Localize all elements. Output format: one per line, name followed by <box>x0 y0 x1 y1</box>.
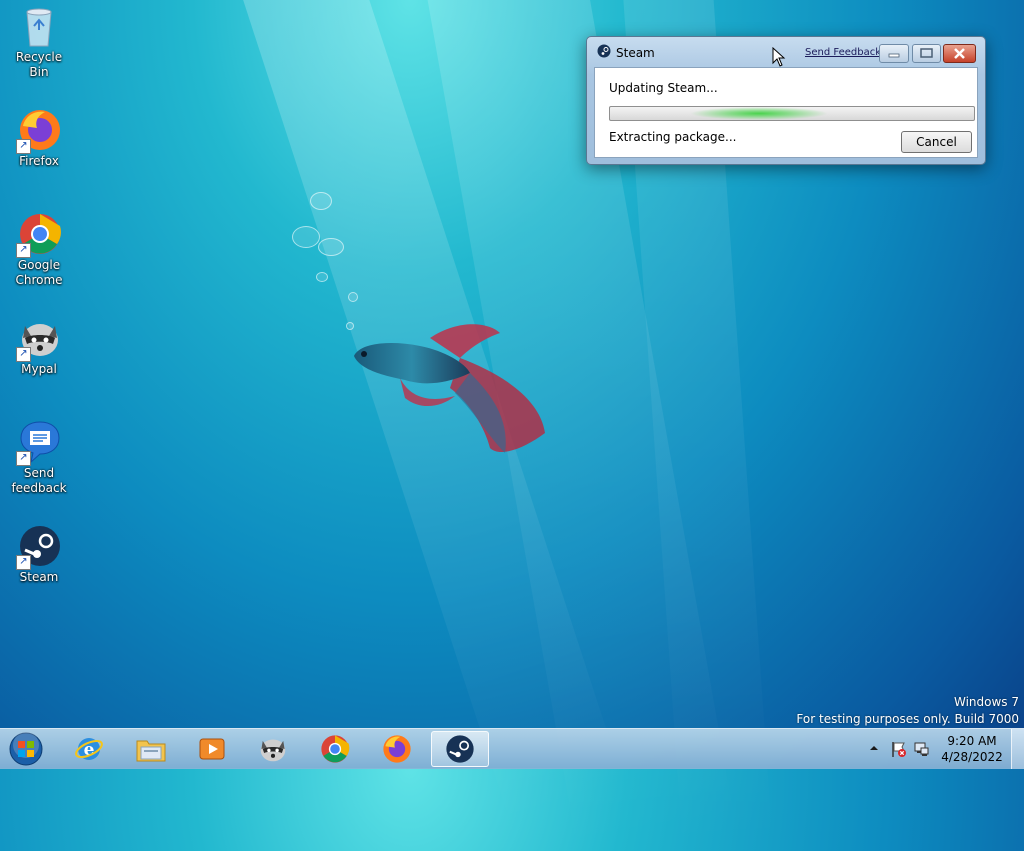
taskbar-internet-explorer[interactable]: e <box>60 731 118 767</box>
shortcut-arrow-icon: ↗ <box>16 555 31 570</box>
betta-fish-wallpaper <box>354 324 545 453</box>
start-button[interactable] <box>0 731 52 767</box>
mouse-cursor-icon <box>772 47 786 67</box>
window-title: Steam <box>616 45 655 60</box>
mypal-icon <box>260 739 286 762</box>
taskbar-firefox[interactable] <box>368 731 426 767</box>
desktop-icon-google-chrome[interactable]: ↗ Google Chrome <box>6 212 72 288</box>
desktop-icon-label: Firefox <box>19 154 59 168</box>
network-icon <box>914 742 929 756</box>
clock-date: 4/28/2022 <box>941 750 1003 764</box>
taskbar: e 9:20 AM 4/28/2022 <box>0 728 1024 769</box>
taskbar-steam[interactable] <box>431 731 489 767</box>
shortcut-arrow-icon: ↗ <box>16 243 31 258</box>
bubble <box>348 292 358 302</box>
window-content: Updating Steam... Extracting package... … <box>594 67 978 158</box>
chrome-icon <box>321 735 350 763</box>
bubble <box>310 192 332 210</box>
taskbar-mypal[interactable] <box>244 731 302 767</box>
show-desktop-button[interactable] <box>1011 729 1024 769</box>
clock-time: 9:20 AM <box>947 734 997 748</box>
desktop-icon-firefox[interactable]: ↗ Firefox <box>6 108 72 169</box>
send-feedback-icon: ↗ <box>16 420 61 466</box>
firefox-icon <box>383 735 411 763</box>
chevron-up-icon <box>870 746 878 750</box>
close-button[interactable] <box>943 44 976 63</box>
window-title-bar[interactable]: Steam <box>597 44 655 61</box>
desktop-icon-label: Steam <box>19 570 59 584</box>
watermark-build-info: For testing purposes only. Build 7000 <box>796 712 1019 726</box>
taskbar-windows-explorer[interactable] <box>122 731 180 767</box>
update-progress-bar <box>609 106 975 121</box>
firefox-icon: ↗ <box>16 108 61 154</box>
send-feedback-link[interactable]: Send Feedback <box>805 47 881 58</box>
shortcut-arrow-icon: ↗ <box>16 451 31 466</box>
steam-logo-icon <box>597 44 611 61</box>
taskbar-clock[interactable]: 9:20 AM 4/28/2022 <box>936 733 1008 765</box>
recycle-bin-icon <box>17 4 61 48</box>
desktop-icon-steam[interactable]: ↗ Steam <box>6 524 72 585</box>
progress-marquee <box>690 107 829 120</box>
chrome-icon: ↗ <box>16 212 61 258</box>
update-status-text: Updating Steam... <box>609 81 718 95</box>
steam-update-window[interactable]: Steam Send Feedback Updating Steam... Ex… <box>586 36 986 165</box>
flag-alert-icon <box>892 742 906 757</box>
bubble <box>318 238 344 256</box>
desktop-icon-label: Google Chrome <box>15 258 63 287</box>
show-hidden-icons-button[interactable] <box>868 741 880 755</box>
desktop-icon-mypal[interactable]: ↗ Mypal <box>6 316 72 377</box>
taskbar-chrome[interactable] <box>306 731 364 767</box>
desktop-icon-label: Mypal <box>21 362 57 376</box>
action-center-tray-icon[interactable] <box>890 740 908 758</box>
internet-explorer-icon: e <box>75 738 103 760</box>
mypal-icon: ↗ <box>16 316 61 362</box>
shortcut-arrow-icon: ↗ <box>16 139 31 154</box>
shortcut-arrow-icon: ↗ <box>16 347 31 362</box>
maximize-icon <box>920 48 933 58</box>
bubble <box>292 226 320 248</box>
steam-icon <box>446 735 474 763</box>
media-player-icon <box>199 738 225 760</box>
desktop-icon-label: Recycle Bin <box>15 50 63 79</box>
desktop-icon-send-feedback[interactable]: ↗ Send feedback <box>6 420 72 496</box>
desktop-icon-label: Send feedback <box>11 466 67 495</box>
close-icon <box>954 48 965 59</box>
cancel-button[interactable]: Cancel <box>901 131 972 153</box>
taskbar-media-player[interactable] <box>183 731 241 767</box>
windows-explorer-icon <box>136 740 166 762</box>
watermark-os-name: Windows 7 <box>953 695 1019 709</box>
windows-watermark: Windows 7 For testing purposes only. Bui… <box>796 694 1019 728</box>
minimize-icon <box>888 53 900 58</box>
bubble <box>316 272 328 282</box>
network-tray-icon[interactable] <box>912 740 930 758</box>
minimize-button[interactable] <box>879 44 909 63</box>
maximize-button[interactable] <box>912 44 941 63</box>
start-orb-icon <box>9 732 43 766</box>
steam-icon: ↗ <box>16 524 61 570</box>
update-detail-text: Extracting package... <box>609 130 737 144</box>
desktop-icon-recycle-bin[interactable]: Recycle Bin <box>6 4 72 80</box>
